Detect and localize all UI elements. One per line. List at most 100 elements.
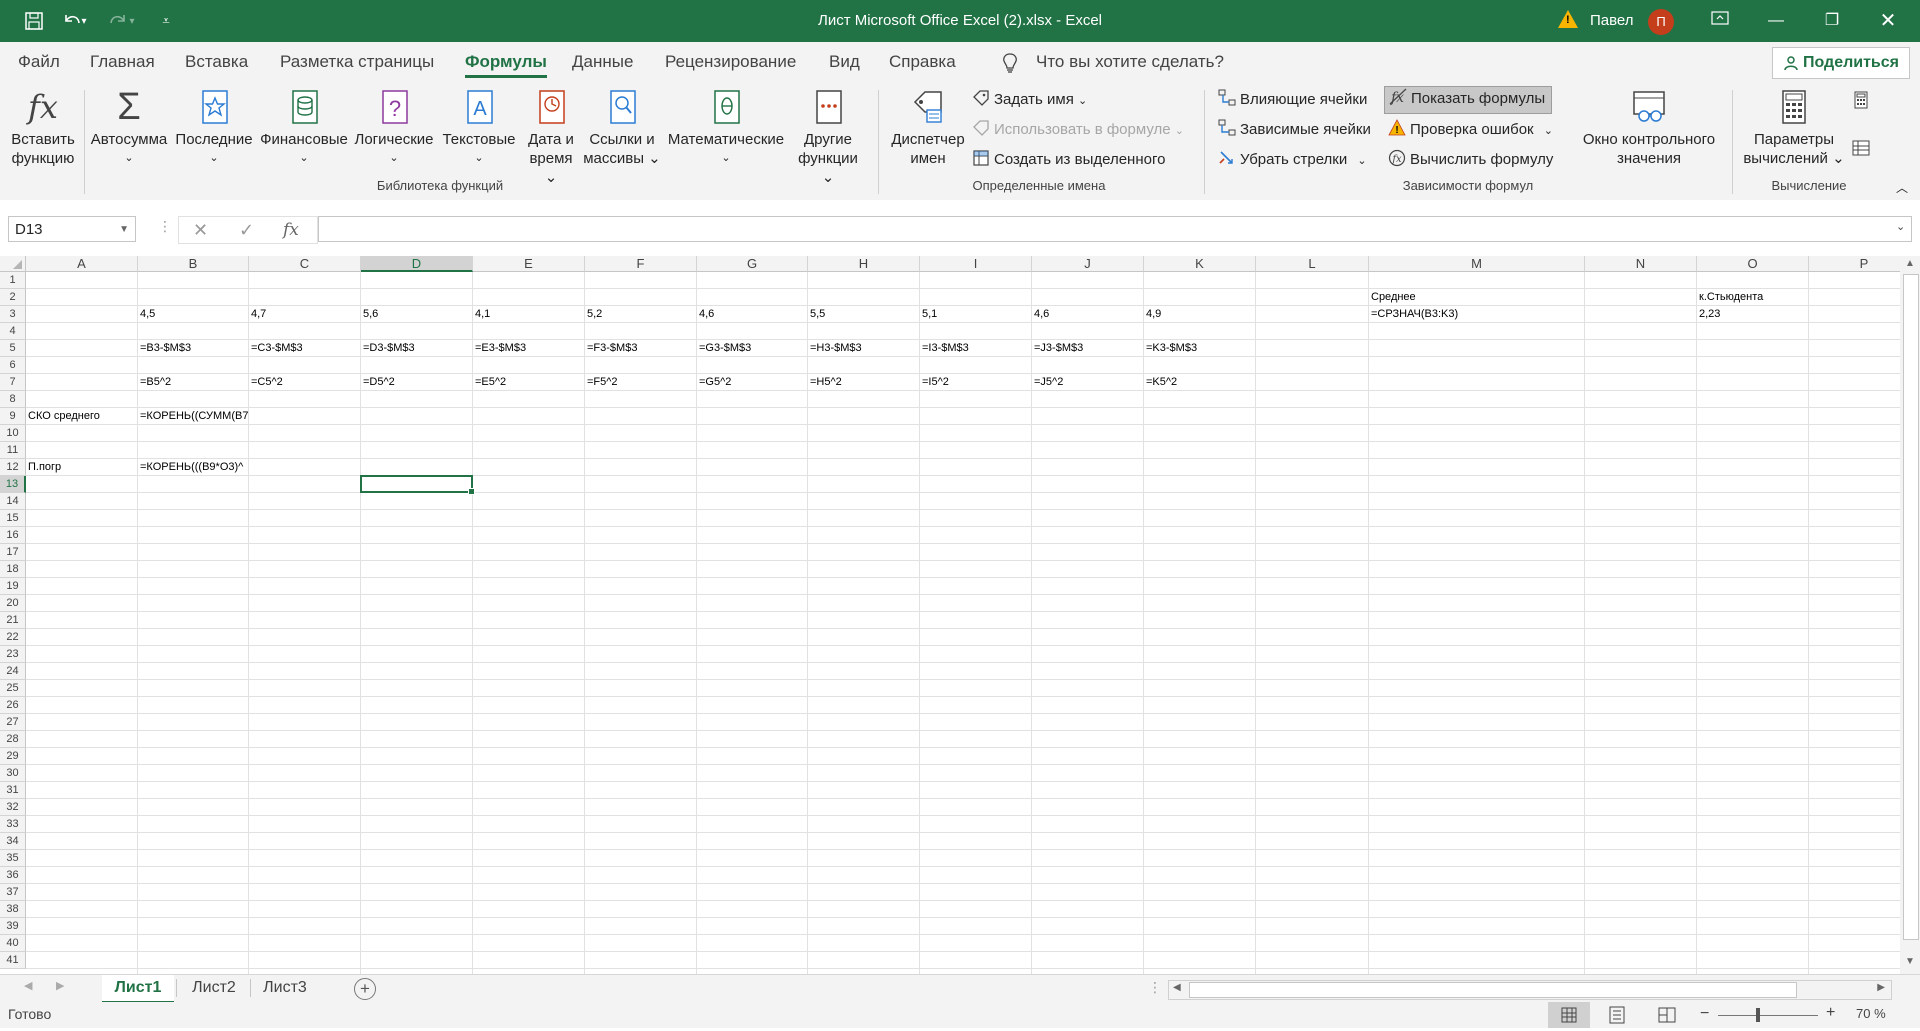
cell-c7[interactable]: =C5^2	[249, 374, 361, 391]
page-break-view-button[interactable]	[1646, 1002, 1688, 1028]
cell-b3[interactable]: 4,5	[138, 306, 249, 323]
column-header-a[interactable]: A	[26, 256, 138, 272]
row-header-11[interactable]: 11	[0, 442, 26, 459]
cell-g5[interactable]: =G3-$M$3	[697, 340, 808, 357]
row-header-33[interactable]: 33	[0, 816, 26, 833]
row-header-40[interactable]: 40	[0, 935, 26, 952]
insert-function-button[interactable]: fx Вставить функцию	[6, 82, 80, 168]
math-button[interactable]: Математические ⌄	[664, 82, 788, 168]
trace-dependents-button[interactable]: Зависимые ячейки	[1218, 118, 1371, 142]
column-header-c[interactable]: C	[249, 256, 361, 272]
row-header-26[interactable]: 26	[0, 697, 26, 714]
zoom-in-icon[interactable]: +	[1826, 1004, 1835, 1022]
close-icon[interactable]: ✕	[1860, 0, 1916, 42]
column-header-l[interactable]: L	[1256, 256, 1369, 272]
cell-o2[interactable]: к.Стьюдента	[1697, 289, 1809, 306]
horizontal-scroll-thumb[interactable]	[1189, 982, 1797, 998]
column-header-g[interactable]: G	[697, 256, 808, 272]
cancel-icon[interactable]: ✕	[193, 217, 208, 243]
add-sheet-icon[interactable]: +	[354, 978, 376, 1000]
row-header-38[interactable]: 38	[0, 901, 26, 918]
cell-c5[interactable]: =C3-$M$3	[249, 340, 361, 357]
row-header-23[interactable]: 23	[0, 646, 26, 663]
row-header-3[interactable]: 3	[0, 306, 26, 323]
active-cell[interactable]	[360, 475, 475, 495]
row-header-16[interactable]: 16	[0, 527, 26, 544]
cell-f3[interactable]: 5,2	[585, 306, 697, 323]
avatar[interactable]: П	[1648, 9, 1674, 35]
cell-a12[interactable]: П.погр	[26, 459, 138, 476]
expand-formula-bar-icon[interactable]: ⌄	[1896, 220, 1905, 233]
row-header-13[interactable]: 13	[0, 476, 26, 493]
cell-h3[interactable]: 5,5	[808, 306, 920, 323]
tab-file[interactable]: Файл	[18, 42, 60, 82]
evaluate-formula-button[interactable]: fx Вычислить формулу	[1388, 148, 1553, 172]
vertical-scroll-thumb[interactable]	[1903, 274, 1919, 940]
formula-input[interactable]	[318, 216, 1912, 242]
tab-formulas[interactable]: Формулы	[465, 42, 547, 82]
save-icon[interactable]	[16, 0, 52, 42]
cell-o3[interactable]: 2,23	[1697, 306, 1809, 323]
text-functions-button[interactable]: A Текстовые ⌄	[438, 82, 520, 168]
ribbon-display-options-icon[interactable]	[1692, 0, 1748, 42]
column-header-f[interactable]: F	[585, 256, 697, 272]
cell-i3[interactable]: 5,1	[920, 306, 1032, 323]
user-name[interactable]: Павел	[1590, 0, 1634, 42]
row-header-29[interactable]: 29	[0, 748, 26, 765]
horizontal-scrollbar[interactable]: ◀ ▶	[1168, 980, 1892, 1000]
cell-j5[interactable]: =J3-$M$3	[1032, 340, 1144, 357]
cell-b5[interactable]: =B3-$M$3	[138, 340, 249, 357]
scroll-left-icon[interactable]: ◀	[1173, 982, 1181, 993]
cell-e5[interactable]: =E3-$M$3	[473, 340, 585, 357]
cell-h5[interactable]: =H3-$M$3	[808, 340, 920, 357]
tab-view[interactable]: Вид	[829, 42, 860, 82]
cell-e7[interactable]: =E5^2	[473, 374, 585, 391]
cell-e3[interactable]: 4,1	[473, 306, 585, 323]
column-header-h[interactable]: H	[808, 256, 920, 272]
datetime-button[interactable]: Дата и время ⌄	[522, 82, 580, 187]
customize-qat-icon[interactable]: ⩡	[148, 0, 184, 42]
cell-k3[interactable]: 4,9	[1144, 306, 1256, 323]
cell-b12[interactable]: =КОРЕНЬ(((B9*O3)^	[138, 459, 249, 476]
cell-m3[interactable]: =СРЗНАЧ(B3:K3)	[1369, 306, 1585, 323]
logical-button[interactable]: ? Логические ⌄	[352, 82, 436, 168]
insert-function-icon[interactable]: fx	[283, 217, 299, 243]
name-box[interactable]: D13 ▼	[8, 216, 136, 242]
page-layout-view-button[interactable]	[1596, 1002, 1638, 1028]
use-in-formula-button[interactable]: Использовать в формуле ⌄	[972, 118, 1184, 142]
define-name-button[interactable]: Задать имя ⌄	[972, 88, 1087, 112]
sheet-tab-1[interactable]: Лист1	[102, 975, 174, 1004]
row-header-31[interactable]: 31	[0, 782, 26, 799]
cell-c3[interactable]: 4,7	[249, 306, 361, 323]
restore-icon[interactable]: ❐	[1804, 0, 1860, 42]
cell-j3[interactable]: 4,6	[1032, 306, 1144, 323]
vertical-scrollbar[interactable]: ▲ ▼	[1900, 256, 1920, 974]
column-header-n[interactable]: N	[1585, 256, 1697, 272]
cell-b9[interactable]: =КОРЕНЬ((СУММ(B7	[138, 408, 249, 425]
row-header-34[interactable]: 34	[0, 833, 26, 850]
row-header-10[interactable]: 10	[0, 425, 26, 442]
row-header-5[interactable]: 5	[0, 340, 26, 357]
cell-f5[interactable]: =F3-$M$3	[585, 340, 697, 357]
collapse-ribbon-icon[interactable]: ︿	[1896, 176, 1908, 200]
lightbulb-icon[interactable]	[1002, 42, 1018, 82]
tell-me-search[interactable]: Что вы хотите сделать?	[1036, 42, 1224, 82]
tab-insert[interactable]: Вставка	[185, 42, 248, 82]
row-header-19[interactable]: 19	[0, 578, 26, 595]
row-header-7[interactable]: 7	[0, 374, 26, 391]
column-header-j[interactable]: J	[1032, 256, 1144, 272]
share-button[interactable]: Поделиться	[1771, 47, 1910, 79]
column-header-m[interactable]: M	[1369, 256, 1585, 272]
cell-b7[interactable]: =B5^2	[138, 374, 249, 391]
zoom-level[interactable]: 70 %	[1856, 1006, 1886, 1021]
scroll-right-icon[interactable]: ▶	[1877, 982, 1885, 993]
tab-split-grip-icon[interactable]: ⋮	[1148, 979, 1162, 996]
cell-h7[interactable]: =H5^2	[808, 374, 920, 391]
tab-data[interactable]: Данные	[572, 42, 633, 82]
autosum-button[interactable]: Σ Автосумма ⌄	[88, 82, 170, 168]
redo-dropdown-icon[interactable]: ▾	[122, 0, 142, 42]
column-header-o[interactable]: O	[1697, 256, 1809, 272]
scroll-sheets-right-icon[interactable]: ▶	[56, 979, 64, 992]
cell-i7[interactable]: =I5^2	[920, 374, 1032, 391]
row-header-18[interactable]: 18	[0, 561, 26, 578]
